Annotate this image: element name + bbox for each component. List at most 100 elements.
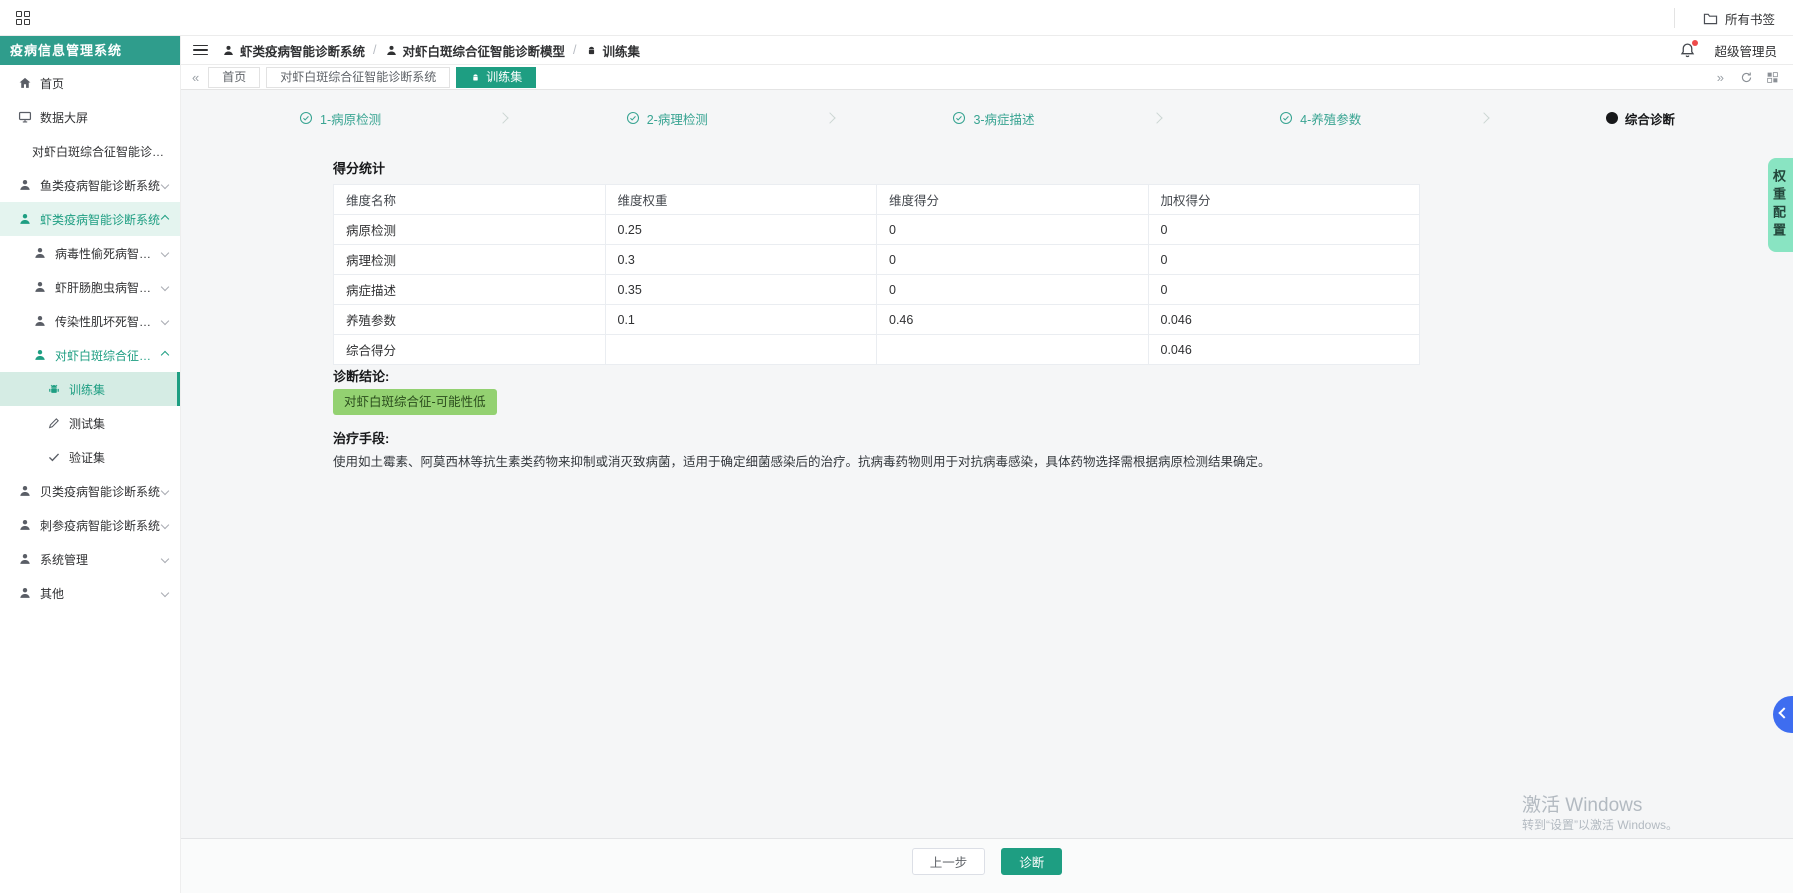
step-pathogen-detection[interactable]: 1-病原检测 [299,109,381,128]
table-row: 病理检测 0.3 0 0 [333,244,1420,275]
notification-bell-icon[interactable] [1679,39,1699,59]
folder-icon [1703,12,1718,25]
prev-step-button[interactable]: 上一步 [911,848,986,875]
sidebar-item-shellfish-system[interactable]: 贝类疫病智能诊断系统 [0,474,180,508]
weight-config-tab[interactable]: 权重配置 [1768,158,1793,252]
table-row-total: 综合得分 0.046 [333,334,1420,365]
step-arrow-icon [824,112,836,124]
sidebar-item-wssv-model[interactable]: 对虾白斑综合征智能诊断模型 [0,338,180,372]
app-screen: 所有书签 疫病信息管理系统 首页 数据大屏 对虾白斑综合征智能诊断系统 鱼类疫病… [0,0,1793,893]
step-dot-icon [1605,112,1618,124]
pencil-icon [47,416,61,430]
diagnose-button[interactable]: 诊断 [1001,848,1063,875]
step-comprehensive-diagnosis[interactable]: 综合诊断 [1605,109,1675,128]
user-icon [222,44,235,57]
breadcrumb-separator: / [573,43,577,57]
tab-home[interactable]: 首页 [208,66,261,88]
step-arrow-icon [497,112,510,124]
breadcrumb: 虾类疫病智能诊断系统 / 对虾白斑综合征智能诊断模型 / 训练集 [222,41,640,60]
chevron-down-icon [160,282,170,292]
circle-check-icon [1279,111,1293,125]
breadcrumb-separator: / [373,43,377,57]
chevron-up-icon [160,214,170,224]
breadcrumb-item[interactable]: 对虾白斑综合征智能诊断模型 [385,41,565,60]
content: 1-病原检测 2-病理检测 3-病症描述 4-养殖参数 综合诊断 得分统计 维度… [181,90,1793,893]
tab-controls: » [1714,70,1785,85]
sidebar-item-wssv-system[interactable]: 对虾白斑综合征智能诊断系统 [0,134,180,168]
user-icon [18,552,32,566]
sidebar-item-training-set[interactable]: 训练集 [0,372,180,406]
tab-scroll-left-icon[interactable]: « [189,70,202,85]
sidebar-item-system-management[interactable]: 系统管理 [0,542,180,576]
home-icon [18,76,32,90]
user-icon [18,484,32,498]
sidebar-menu: 首页 数据大屏 对虾白斑综合征智能诊断系统 鱼类疫病智能诊断系统 虾类疫病智能诊… [0,65,180,610]
browser-topbar: 所有书签 [0,0,1793,36]
tab-scroll-right-icon[interactable]: » [1714,70,1727,85]
app-title: 疫病信息管理系统 [0,36,180,65]
step-pathology-detection[interactable]: 2-病理检测 [626,109,708,128]
screen-icon [18,110,32,124]
breadcrumb-item[interactable]: 训练集 [585,41,640,60]
table-header-row: 维度名称 维度权重 维度得分 加权得分 [333,184,1420,215]
check-icon [47,450,61,464]
current-user[interactable]: 超级管理员 [1714,41,1777,60]
chevron-down-icon [160,180,170,190]
diagnosis-stepper: 1-病原检测 2-病理检测 3-病症描述 4-养殖参数 综合诊断 [299,104,1675,132]
breadcrumb-item[interactable]: 虾类疫病智能诊断系统 [222,41,365,60]
table-row: 养殖参数 0.1 0.46 0.046 [333,304,1420,335]
step-arrow-icon [1151,112,1163,124]
robot-icon [470,72,481,83]
refresh-icon[interactable] [1740,71,1753,84]
main-area: 虾类疫病智能诊断系统 / 对虾白斑综合征智能诊断模型 / 训练集 超级管理员 «… [181,36,1793,893]
sidebar-item-test-set[interactable]: 测试集 [0,406,180,440]
diagnosis-conclusion-label: 诊断结论: [333,369,390,384]
user-icon [33,280,47,294]
bookmarks-button[interactable]: 所有书签 [1703,0,1775,36]
sidebar-item-seacucumber-system[interactable]: 刺参疫病智能诊断系统 [0,508,180,542]
diagnosis-conclusion-badge: 对虾白斑综合征-可能性低 [333,389,497,415]
sidebar-item-other[interactable]: 其他 [0,576,180,610]
col-dimension-name: 维度名称 [333,184,606,215]
sidebar-item-shrimp-system[interactable]: 虾类疫病智能诊断系统 [0,202,180,236]
step-arrow-icon [1477,112,1490,124]
collapse-panel-button[interactable] [1773,696,1793,733]
chevron-left-icon [1778,707,1790,719]
sidebar-item-validation-set[interactable]: 验证集 [0,440,180,474]
user-icon [385,44,398,57]
sidebar-item-dashboard[interactable]: 数据大屏 [0,100,180,134]
user-icon [33,314,47,328]
chevron-down-icon [160,248,170,258]
layout-grid-icon[interactable] [1766,71,1779,84]
sidebar-item-ehp-model[interactable]: 虾肝肠胞虫病智能诊断模型 [0,270,180,304]
circle-check-icon [299,111,313,125]
step-farming-parameters[interactable]: 4-养殖参数 [1279,109,1361,128]
sidebar-item-imn-model[interactable]: 传染性肌坏死智能诊断模型 [0,304,180,338]
chevron-down-icon [160,316,170,326]
sidebar-item-viral-model[interactable]: 病毒性偷死病智能诊断模型 [0,236,180,270]
tab-bar: « 首页 对虾白斑综合征智能诊断系统 训练集 » [181,65,1793,90]
chevron-up-icon [160,350,170,360]
treatment-label: 治疗手段: [333,431,390,446]
user-icon [18,586,32,600]
chevron-down-icon [160,520,170,530]
step-symptom-description[interactable]: 3-病症描述 [952,109,1035,128]
topbar-divider [1674,8,1675,28]
header-right: 超级管理员 [1679,39,1777,60]
tab-training-set[interactable]: 训练集 [456,66,537,88]
hamburger-icon[interactable] [193,44,208,56]
main-header: 虾类疫病智能诊断系统 / 对虾白斑综合征智能诊断模型 / 训练集 超级管理员 [181,36,1793,65]
windows-activation-watermark: 激活 Windows [1522,795,1643,816]
user-icon [18,178,32,192]
col-dimension-weight: 维度权重 [604,184,877,215]
chevron-down-icon [160,588,170,598]
col-dimension-score: 维度得分 [876,184,1149,215]
apps-grid-icon[interactable] [16,11,30,25]
sidebar-item-home[interactable]: 首页 [0,66,180,100]
robot-icon [585,44,598,57]
sidebar-item-fish-system[interactable]: 鱼类疫病智能诊断系统 [0,168,180,202]
tab-wssv-system[interactable]: 对虾白斑综合征智能诊断系统 [266,66,451,88]
bookmarks-label: 所有书签 [1724,12,1775,27]
user-icon [33,348,47,362]
chevron-down-icon [160,486,170,496]
